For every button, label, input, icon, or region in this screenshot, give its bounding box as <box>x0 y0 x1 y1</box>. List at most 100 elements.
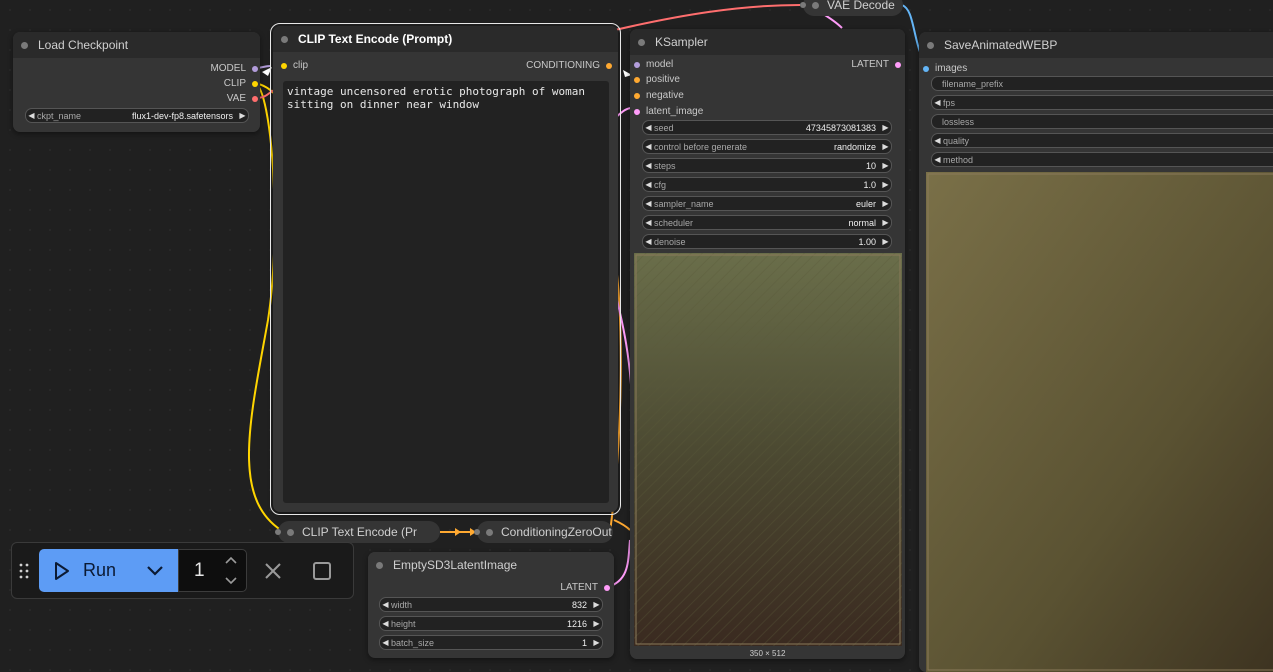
method-widget[interactable]: ◀ method <box>931 152 1273 167</box>
arrow-left-icon[interactable]: ◀ <box>932 155 943 164</box>
input-positive[interactable]: positive <box>634 74 680 85</box>
arrow-right-icon[interactable]: ▶ <box>880 123 891 132</box>
load-checkpoint-node[interactable]: Load Checkpoint MODEL CLIP VAE ◀ ckpt_na… <box>13 32 260 132</box>
arrow-left-icon[interactable]: ◀ <box>26 111 37 120</box>
slot-pin-icon[interactable] <box>252 80 258 87</box>
drag-handle-icon[interactable] <box>18 562 30 580</box>
slot-pin-icon[interactable] <box>800 2 806 8</box>
arrow-right-icon[interactable]: ▶ <box>880 161 891 170</box>
output-clip[interactable]: CLIP <box>224 78 258 89</box>
collapse-dot-icon[interactable] <box>486 528 493 536</box>
collapse-dot-icon[interactable] <box>812 1 819 9</box>
clip-text-encode-collapsed-node[interactable]: CLIP Text Encode (Pr <box>275 521 440 543</box>
fps-widget[interactable]: ◀ fps <box>931 95 1273 110</box>
arrow-left-icon[interactable]: ◀ <box>380 619 391 628</box>
control-before-generate-widget[interactable]: ◀ control before generate randomize ▶ <box>642 139 892 154</box>
widget-value: normal <box>848 217 876 228</box>
batch-size-widget[interactable]: ◀ batch_size 1 ▶ <box>379 635 603 650</box>
slot-pin-icon[interactable] <box>606 62 612 69</box>
slot-pin-icon[interactable] <box>474 529 480 535</box>
arrow-right-icon[interactable]: ▶ <box>591 638 602 647</box>
collapse-dot-icon[interactable] <box>376 561 383 569</box>
slot-pin-icon[interactable] <box>604 584 610 591</box>
denoise-widget[interactable]: ◀ denoise 1.00 ▶ <box>642 234 892 249</box>
clip-text-encode-node[interactable]: CLIP Text Encode (Prompt) clip CONDITION… <box>270 23 621 515</box>
collapse-dot-icon[interactable] <box>21 41 28 49</box>
lossless-widget[interactable]: lossless <box>931 114 1273 129</box>
arrow-left-icon[interactable]: ◀ <box>932 98 943 107</box>
arrow-left-icon[interactable]: ◀ <box>643 123 654 132</box>
output-latent[interactable]: LATENT <box>560 582 610 593</box>
slot-pin-icon[interactable] <box>923 65 929 72</box>
vae-decode-node[interactable]: VAE Decode <box>800 0 903 16</box>
input-clip[interactable]: clip <box>281 60 308 71</box>
input-model[interactable]: model <box>634 59 673 70</box>
arrow-left-icon[interactable]: ◀ <box>380 638 391 647</box>
steps-widget[interactable]: ◀ steps 10 ▶ <box>642 158 892 173</box>
arrow-left-icon[interactable]: ◀ <box>380 600 391 609</box>
filename-prefix-widget[interactable]: filename_prefix <box>931 76 1273 91</box>
conditioning-zero-out-node[interactable]: ConditioningZeroOut <box>474 521 613 543</box>
slot-pin-icon[interactable] <box>634 108 640 115</box>
slot-pin-icon[interactable] <box>634 92 640 99</box>
arrow-right-icon[interactable]: ▶ <box>880 199 891 208</box>
run-button[interactable]: Run <box>39 549 178 592</box>
cfg-widget[interactable]: ◀ cfg 1.0 ▶ <box>642 177 892 192</box>
output-latent[interactable]: LATENT <box>851 59 901 70</box>
input-latent-image[interactable]: latent_image <box>634 106 703 117</box>
batch-count-input[interactable]: 1 <box>178 549 247 592</box>
height-widget[interactable]: ◀ height 1216 ▶ <box>379 616 603 631</box>
arrow-left-icon[interactable]: ◀ <box>643 180 654 189</box>
close-icon[interactable] <box>263 561 283 581</box>
input-images[interactable]: images <box>923 63 967 74</box>
collapse-dot-icon[interactable] <box>281 35 288 43</box>
slot-pin-icon[interactable] <box>275 529 281 535</box>
widget-label: quality <box>943 135 970 146</box>
collapse-dot-icon[interactable] <box>287 528 294 536</box>
arrow-left-icon[interactable]: ◀ <box>932 136 943 145</box>
ckpt-name-combo[interactable]: ◀ ckpt_name flux1-dev-fp8.safetensors ▶ <box>25 108 249 123</box>
seed-widget[interactable]: ◀ seed 47345873081383 ▶ <box>642 120 892 135</box>
input-negative[interactable]: negative <box>634 90 684 101</box>
output-model[interactable]: MODEL <box>210 63 258 74</box>
arrow-right-icon[interactable]: ▶ <box>880 237 891 246</box>
scheduler-widget[interactable]: ◀ scheduler normal ▶ <box>642 215 892 230</box>
quality-widget[interactable]: ◀ quality <box>931 133 1273 148</box>
arrow-right-icon[interactable]: ▶ <box>880 218 891 227</box>
arrow-right-icon[interactable]: ▶ <box>591 619 602 628</box>
output-vae[interactable]: VAE <box>227 93 258 104</box>
arrow-left-icon[interactable]: ◀ <box>643 237 654 246</box>
output-conditioning[interactable]: CONDITIONING <box>526 60 612 71</box>
ksampler-node[interactable]: KSampler model positive negative latent_… <box>630 29 905 659</box>
slot-pin-icon[interactable] <box>281 62 287 69</box>
arrow-left-icon[interactable]: ◀ <box>643 161 654 170</box>
width-widget[interactable]: ◀ width 832 ▶ <box>379 597 603 612</box>
node-title-bar[interactable]: CLIP Text Encode (Prompt) <box>273 26 618 52</box>
collapse-dot-icon[interactable] <box>927 41 934 49</box>
prompt-textarea[interactable]: vintage uncensored erotic photograph of … <box>283 81 609 503</box>
arrow-right-icon[interactable]: ▶ <box>591 600 602 609</box>
node-title-bar[interactable]: EmptySD3LatentImage <box>368 552 614 578</box>
collapse-dot-icon[interactable] <box>638 38 645 46</box>
arrow-left-icon[interactable]: ◀ <box>643 218 654 227</box>
sampler-name-widget[interactable]: ◀ sampler_name euler ▶ <box>642 196 892 211</box>
node-title-bar[interactable]: SaveAnimatedWEBP <box>919 32 1273 58</box>
slot-pin-icon[interactable] <box>252 95 258 102</box>
empty-sd3-latent-image-node[interactable]: EmptySD3LatentImage LATENT ◀ width 832 ▶… <box>368 552 614 658</box>
save-animated-webp-node[interactable]: SaveAnimatedWEBP images filename_prefix … <box>919 32 1273 672</box>
arrow-left-icon[interactable]: ◀ <box>643 142 654 151</box>
chevron-down-icon[interactable] <box>224 576 238 586</box>
node-title-bar[interactable]: Load Checkpoint <box>13 32 260 58</box>
stop-icon[interactable] <box>312 561 332 581</box>
arrow-right-icon[interactable]: ▶ <box>880 180 891 189</box>
slot-pin-icon[interactable] <box>634 61 640 68</box>
arrow-right-icon[interactable]: ▶ <box>237 111 248 120</box>
node-title-bar[interactable]: KSampler <box>630 29 905 55</box>
chevron-down-icon[interactable] <box>146 565 164 577</box>
slot-pin-icon[interactable] <box>252 65 258 72</box>
arrow-right-icon[interactable]: ▶ <box>880 142 891 151</box>
arrow-left-icon[interactable]: ◀ <box>643 199 654 208</box>
chevron-up-icon[interactable] <box>224 555 238 565</box>
slot-pin-icon[interactable] <box>895 61 901 68</box>
slot-pin-icon[interactable] <box>634 76 640 83</box>
